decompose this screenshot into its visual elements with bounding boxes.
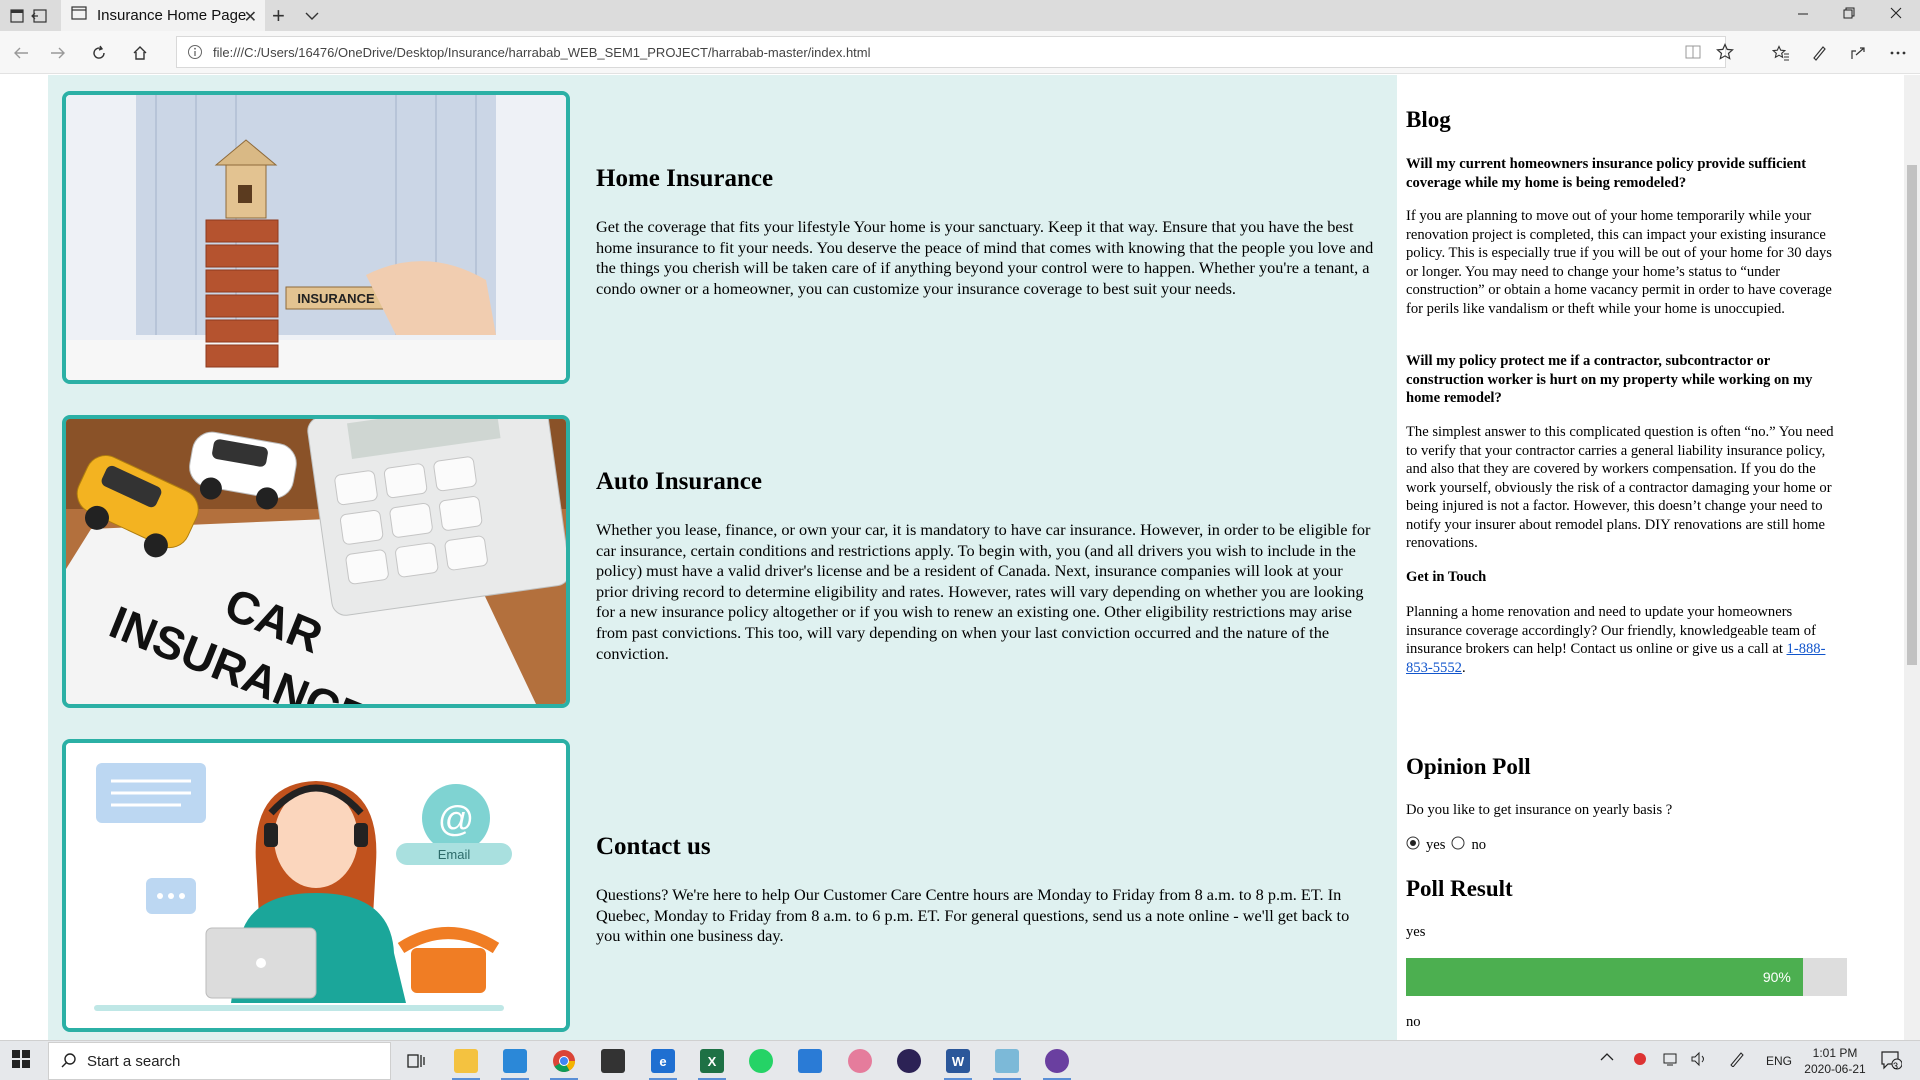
auto-insurance-image: CAR INSURANCE [62, 415, 570, 708]
home-icon[interactable] [128, 41, 152, 65]
contact-title: Contact us [596, 833, 711, 860]
windows-start-icon[interactable] [12, 1050, 30, 1073]
chrome-icon[interactable] [544, 1045, 584, 1080]
action-center-icon[interactable] [1880, 1050, 1903, 1073]
poll-result-title: Poll Result [1406, 876, 1513, 901]
email-label: Email [438, 847, 471, 862]
blog-question-2: Will my policy protect me if a contracto… [1406, 353, 1813, 406]
share-icon[interactable] [1846, 41, 1870, 65]
excel-icon[interactable]: X [692, 1045, 732, 1080]
vscode-icon[interactable] [495, 1045, 535, 1080]
blog-answer-2: The simplest answer to this complicated … [1406, 424, 1834, 551]
clock-time: 1:01 PM [1812, 1046, 1858, 1060]
radio-yes[interactable] [1406, 836, 1420, 855]
contact-section: Contact us Questions? We're here to help… [596, 833, 1376, 947]
home-insurance-section: Home Insurance Get the coverage that fit… [596, 165, 1376, 299]
auto-insurance-text: Whether you lease, finance, or own your … [596, 520, 1371, 663]
store-icon[interactable] [593, 1045, 633, 1077]
get-in-touch-title: Get in Touch [1406, 569, 1487, 585]
minimize-button[interactable] [1797, 6, 1809, 23]
app-icon[interactable] [1037, 1045, 1077, 1080]
home-insurance-image: INSURANCE [62, 91, 570, 384]
eclipse-icon[interactable] [889, 1045, 929, 1077]
browser-tab[interactable]: Insurance Home Page ✕ [61, 0, 265, 31]
new-tab-button[interactable]: + [272, 3, 285, 29]
file-explorer-icon[interactable] [446, 1045, 486, 1080]
browser-nav-bar: file:///C:/Users/16476/OneDrive/Desktop/… [0, 31, 1920, 74]
home-insurance-text: Get the coverage that fits your lifestyl… [596, 217, 1374, 298]
main-content: INSURANCE CAR INSURANCE @ Email Home Ins… [48, 75, 1397, 1040]
poll-result-yes-label: yes [1406, 924, 1426, 940]
page-icon [71, 6, 87, 25]
poll-title: Opinion Poll [1406, 754, 1531, 779]
get-in-touch-period: . [1461, 659, 1466, 676]
radio-no-label[interactable]: no [1471, 837, 1486, 854]
auto-insurance-section: Auto Insurance Whether you lease, financ… [596, 468, 1376, 664]
volume-icon[interactable] [1690, 1051, 1708, 1070]
poll-question: Do you like to get insurance on yearly b… [1406, 802, 1673, 818]
windows-taskbar: Start a search e X W ENG 1:01 PM 2020-06… [0, 1040, 1920, 1080]
web-page: INSURANCE CAR INSURANCE @ Email Home Ins… [0, 75, 1920, 1040]
search-placeholder: Start a search [87, 1052, 181, 1070]
more-options-icon[interactable] [1886, 41, 1910, 65]
blog-title: Blog [1406, 107, 1451, 132]
address-text: file:///C:/Users/16476/OneDrive/Desktop/… [213, 44, 871, 60]
search-icon [61, 1052, 77, 1073]
task-view-icon[interactable] [396, 1045, 436, 1077]
mail-icon[interactable] [790, 1045, 830, 1077]
tab-title: Insurance Home Page [97, 7, 247, 24]
edge-icon[interactable]: e [643, 1045, 683, 1080]
poll-result-no-label: no [1406, 1014, 1421, 1030]
close-window-button[interactable] [1890, 6, 1902, 23]
blog-answer-1: If you are planning to move out of your … [1406, 208, 1832, 317]
favorite-star-icon[interactable] [1716, 43, 1734, 66]
page-scrollbar[interactable] [1904, 75, 1920, 1040]
show-hidden-icons[interactable] [1600, 1051, 1614, 1065]
poll-result-yes-fill: 90% [1406, 958, 1803, 996]
back-arrow-icon[interactable] [9, 41, 33, 65]
get-in-touch-body: Planning a home renovation and need to u… [1406, 604, 1816, 657]
forward-arrow-icon[interactable] [46, 41, 70, 65]
chevron-down-icon[interactable] [305, 8, 319, 26]
restore-button[interactable] [1843, 6, 1855, 23]
close-tab-icon[interactable]: ✕ [244, 7, 257, 27]
auto-insurance-title: Auto Insurance [596, 468, 762, 495]
blog-question-1: Will my current homeowners insurance pol… [1406, 156, 1807, 191]
pen-icon[interactable] [1807, 41, 1831, 65]
pen-workspace-icon[interactable] [1728, 1051, 1746, 1070]
system-clock[interactable]: 1:01 PM 2020-06-21 [1800, 1045, 1870, 1077]
browser-tab-bar: Insurance Home Page ✕ + [0, 0, 1920, 31]
clock-date: 2020-06-21 [1804, 1062, 1866, 1076]
whatsapp-icon[interactable] [741, 1045, 781, 1077]
taskbar-search[interactable]: Start a search [48, 1042, 391, 1080]
poll-options: yes no [1406, 836, 1486, 855]
set-tabs-aside-icon[interactable] [28, 5, 50, 27]
notepad-icon[interactable] [987, 1045, 1027, 1080]
scrollbar-thumb[interactable] [1907, 165, 1917, 665]
snipping-tool-icon[interactable] [840, 1045, 880, 1077]
network-icon[interactable] [1662, 1051, 1680, 1070]
reading-view-icon[interactable] [1685, 45, 1701, 64]
language-indicator[interactable]: ENG [1766, 1054, 1792, 1068]
refresh-icon[interactable] [87, 41, 111, 65]
word-icon[interactable]: W [938, 1045, 978, 1080]
get-in-touch-text: Planning a home renovation and need to u… [1406, 603, 1846, 677]
address-bar[interactable]: file:///C:/Users/16476/OneDrive/Desktop/… [176, 36, 1734, 68]
contact-text: Questions? We're here to help Our Custom… [596, 885, 1350, 946]
contact-image: @ Email [62, 739, 570, 1032]
svg-text:@: @ [438, 798, 475, 839]
favorites-hub-icon[interactable] [1769, 41, 1793, 65]
insurance-block-label: INSURANCE [297, 291, 375, 306]
poll-result-yes-bar: 90% [1406, 958, 1847, 996]
radio-yes-label[interactable]: yes [1426, 837, 1445, 854]
home-insurance-title: Home Insurance [596, 165, 774, 192]
tab-actions-icon[interactable] [6, 5, 28, 27]
antivirus-icon[interactable] [1632, 1051, 1648, 1070]
notification-count: 3 [1893, 1061, 1899, 1071]
radio-no[interactable] [1451, 836, 1465, 855]
info-icon[interactable] [187, 44, 203, 65]
